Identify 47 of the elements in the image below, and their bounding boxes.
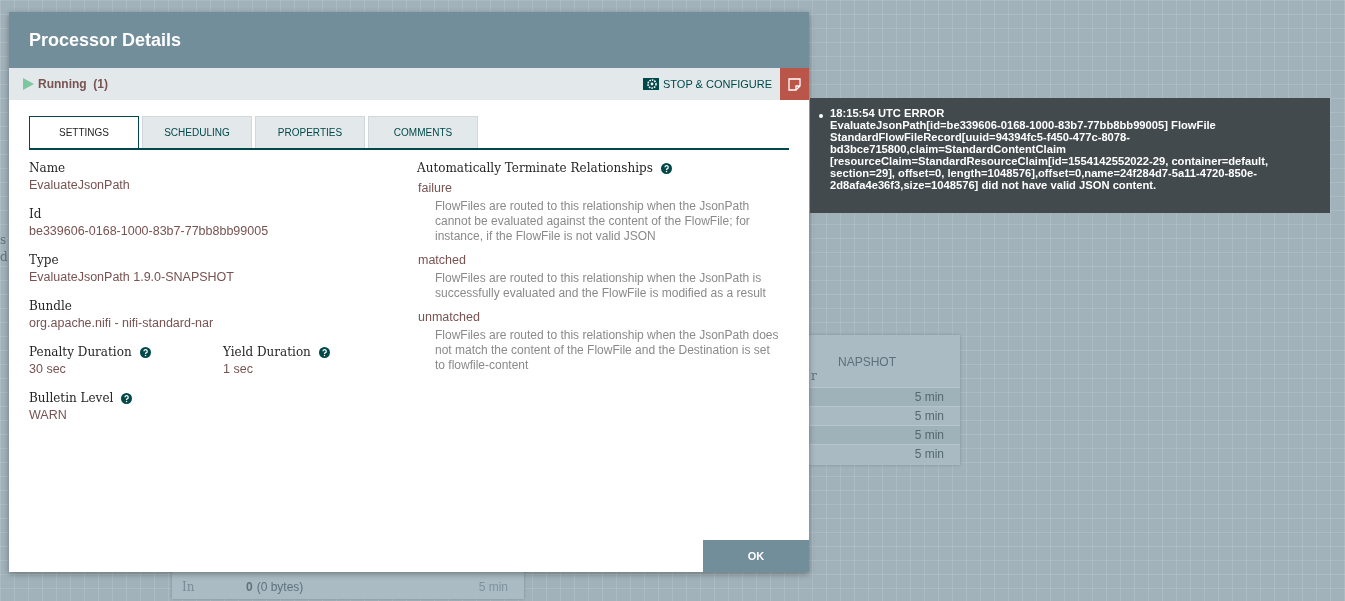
help-icon[interactable] (318, 347, 330, 358)
field-label: Automatically Terminate Relationships (417, 160, 653, 177)
stat-time: 5 min (914, 428, 944, 442)
tab[interactable]: SETTINGS (29, 116, 139, 148)
stat-count: 0 (246, 580, 253, 594)
tab[interactable]: COMMENTS (368, 116, 478, 148)
field-value: 1 sec (223, 361, 254, 378)
dialog-title: Processor Details (29, 29, 182, 51)
field-label: Id (29, 206, 42, 223)
field-value: EvaluateJsonPath (29, 177, 131, 194)
stat-size: (0 bytes) (256, 580, 304, 594)
relationship-description: FlowFiles are routed to this relationship when the JsonPath is successfully evaluated and the FlowFile is modified as a result (434, 271, 767, 301)
field-value: WARN (29, 407, 68, 424)
field-value: EvaluateJsonPath 1.9.0-SNAPSHOT (29, 269, 235, 286)
stat-time: 5 min (914, 390, 944, 404)
field-value: 30 sec (29, 361, 67, 378)
field-label: Yield Duration (223, 344, 311, 361)
field-label: Bundle (29, 298, 72, 315)
stop-configure-button[interactable]: STOP & CONFIGURE (643, 78, 780, 90)
note-icon (788, 77, 801, 91)
relationship-description: FlowFiles are routed to this relationship when the JsonPath cannot be evaluated against the content of the FlowFile; for instance, if the FlowFile is not valid JSON (434, 199, 751, 244)
run-status: Running (1) (38, 77, 108, 91)
canvas-text: s (0, 233, 7, 247)
bulletin-button[interactable] (780, 68, 809, 100)
gear-icon (643, 78, 659, 90)
tab[interactable]: SCHEDULING (142, 116, 252, 148)
help-icon[interactable] (660, 163, 672, 174)
field-value: be339606-0168-1000-83b7-77bb8bb99005 (29, 223, 270, 240)
field-label: Name (29, 160, 66, 177)
field-value: org.apache.nifi - nifi-standard-nar (29, 315, 215, 332)
stat-time: 5 min (914, 447, 944, 461)
relationship-name: matched (418, 252, 467, 269)
relationship-name: unmatched (418, 309, 481, 326)
help-icon[interactable] (121, 393, 133, 404)
bullet-icon (819, 114, 823, 118)
field-label: Penalty Duration (29, 344, 132, 361)
field-label: Type (29, 252, 59, 269)
relationship-description: FlowFiles are routed to this relationship when the JsonPath does not match the content of the FlowFile and the Destination is set to flowfile-content (434, 328, 780, 373)
field-label: Bulletin Level (29, 390, 114, 407)
tab[interactable]: PROPERTIES (255, 116, 365, 148)
canvas-text: d (0, 250, 8, 264)
processor-type: NAPSHOT (837, 355, 897, 369)
processor-bundle: r (810, 369, 818, 383)
relationship-name: failure (418, 180, 454, 197)
help-icon[interactable] (139, 347, 151, 358)
stat-time: 5 min (914, 409, 944, 423)
bulletin-message: 18:15:54 UTC ERROR EvaluateJsonPath[id=be339606-0168-1000-83b7-77bb8bb99005] FlowFile StandardFlowFileRecord[uuid=94394fc5-f450-477c-8078-bd3bce715800,claim=StandardContentClaim [resourceClaim=StandardResourceClaim[id=1554142552022-29, container=default, section=29], offset=0, length=1048576],offset=0,name=24f284d7-5a11-4720-850e-2d8afa4e36f3,size=1048576] did not have valid JSON content. (830, 107, 1270, 191)
